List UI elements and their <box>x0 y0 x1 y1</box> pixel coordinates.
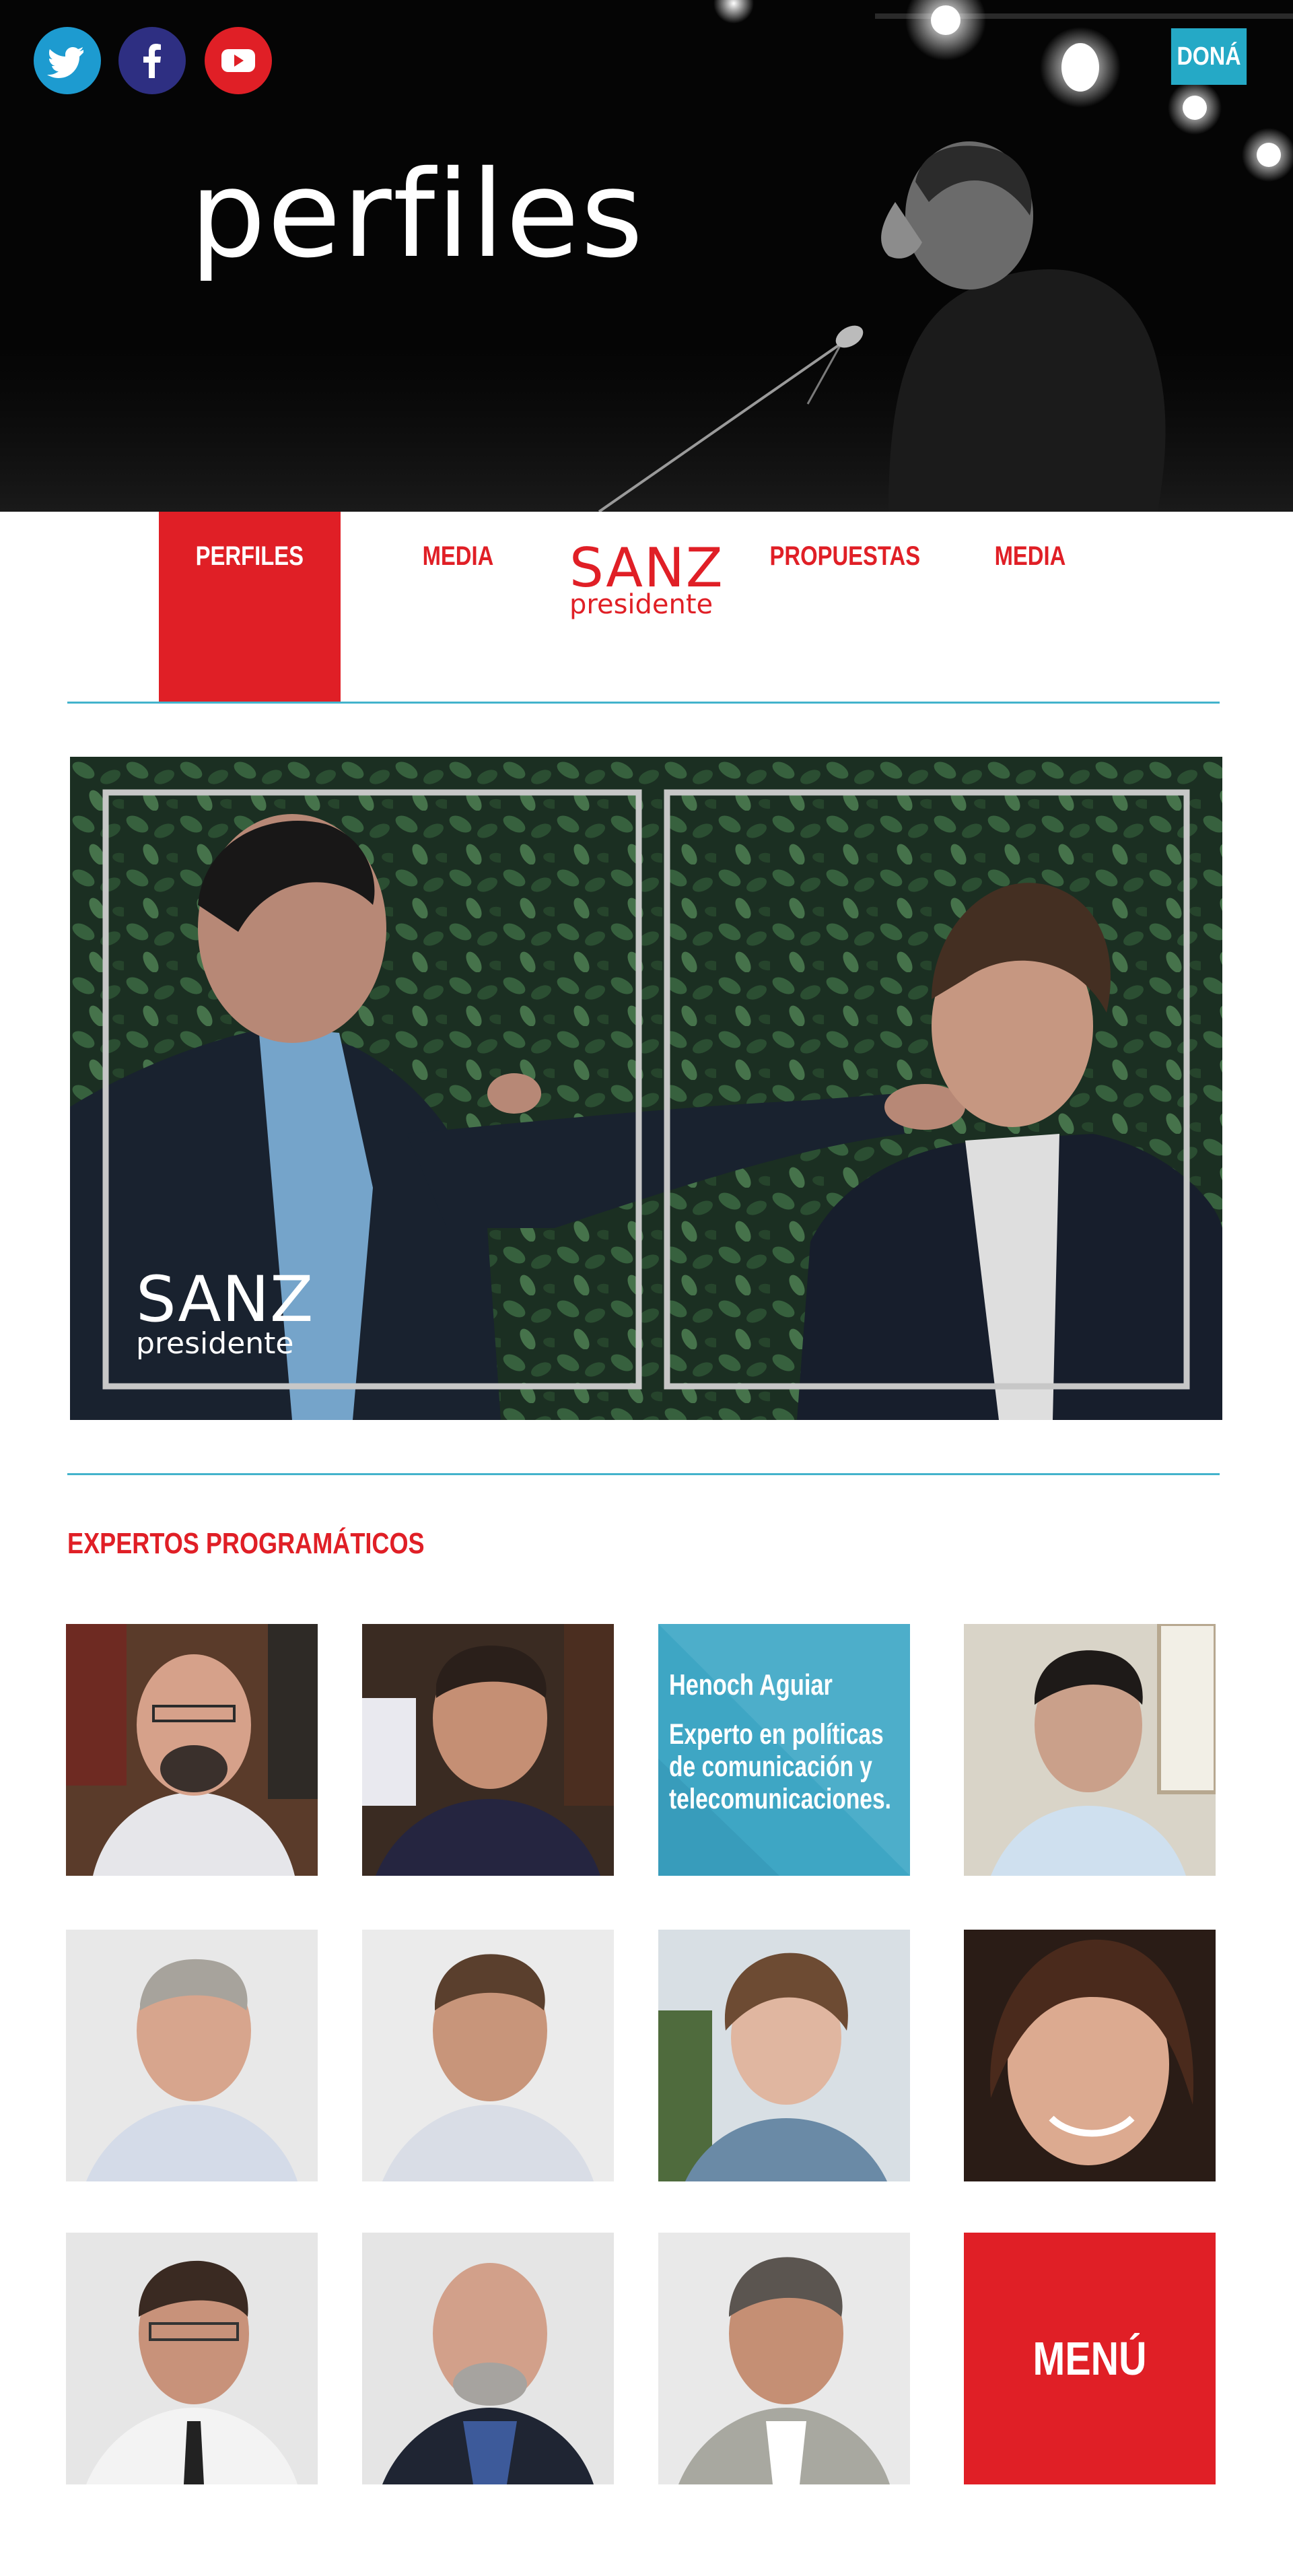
expert-tile[interactable] <box>362 1624 614 1876</box>
menu-button[interactable]: MENÚ <box>964 2233 1216 2484</box>
section-title: EXPERTOS PROGRAMÁTICOS <box>67 1527 425 1560</box>
banner-logo-subtitle: presidente <box>136 1326 294 1361</box>
nav-item-label: PROPUESTAS <box>769 541 920 571</box>
expert-tile[interactable] <box>658 1930 910 2181</box>
expert-photo <box>964 1930 1216 2181</box>
expert-tile[interactable] <box>66 1624 318 1876</box>
expert-info-card: Henoch Aguiar Experto en políticas de co… <box>658 1624 910 1876</box>
expert-photo <box>362 1624 614 1876</box>
nav-item-propuestas[interactable]: PROPUESTAS <box>754 512 936 704</box>
nav-item-perfiles[interactable]: PERFILES <box>159 512 341 704</box>
expert-tile[interactable] <box>658 2233 910 2484</box>
expert-photo <box>362 1930 614 2181</box>
expert-tile[interactable] <box>66 2233 318 2484</box>
youtube-button[interactable] <box>205 27 272 94</box>
youtube-icon <box>205 27 272 94</box>
expert-tile[interactable] <box>362 2233 614 2484</box>
main-nav: PERFILES MEDIA SANZ presidente PROPUESTA… <box>0 512 1293 704</box>
hero-section: perfiles DONÁ <box>0 0 1293 512</box>
expert-tile[interactable] <box>964 1624 1216 1876</box>
expert-tile[interactable] <box>964 1930 1216 2181</box>
logo-subtitle: presidente <box>569 589 713 620</box>
banner-logo-name: SANZ <box>136 1263 314 1336</box>
expert-description: Experto en políticas de comunicación y t… <box>669 1718 891 1815</box>
expert-photo <box>658 2233 910 2484</box>
twitter-button[interactable] <box>34 27 101 94</box>
expert-photo <box>964 1624 1216 1876</box>
expert-tile-featured[interactable]: Henoch Aguiar Experto en políticas de co… <box>658 1624 910 1876</box>
donate-button[interactable]: DONÁ <box>1170 28 1247 85</box>
nav-item-media[interactable]: MEDIA <box>377 512 538 704</box>
facebook-button[interactable] <box>118 27 186 94</box>
expert-tile[interactable] <box>362 1930 614 2181</box>
page-title: perfiles <box>190 145 645 284</box>
nav-item-label: PERFILES <box>195 541 304 571</box>
expert-photo <box>66 2233 318 2484</box>
expert-tile[interactable] <box>66 1930 318 2181</box>
expert-photo <box>658 1930 910 2181</box>
candidates-banner: SANZ presidente <box>70 757 1222 1420</box>
nav-item-label: MEDIA <box>994 541 1065 571</box>
menu-label: MENÚ <box>1033 2332 1147 2385</box>
site-logo[interactable]: SANZ presidente <box>569 537 724 620</box>
facebook-icon <box>118 27 186 94</box>
expert-photo <box>362 2233 614 2484</box>
expert-photo <box>66 1930 318 2181</box>
twitter-icon <box>34 27 101 94</box>
divider <box>67 702 1220 704</box>
expert-name: Henoch Aguiar <box>669 1668 833 1701</box>
banner-logo: SANZ presidente <box>136 1268 314 1359</box>
divider <box>67 1473 1220 1475</box>
nav-item-label: MEDIA <box>422 541 493 571</box>
logo-name: SANZ <box>569 537 724 599</box>
nav-item-media-2[interactable]: MEDIA <box>949 512 1111 704</box>
expert-photo <box>66 1624 318 1876</box>
